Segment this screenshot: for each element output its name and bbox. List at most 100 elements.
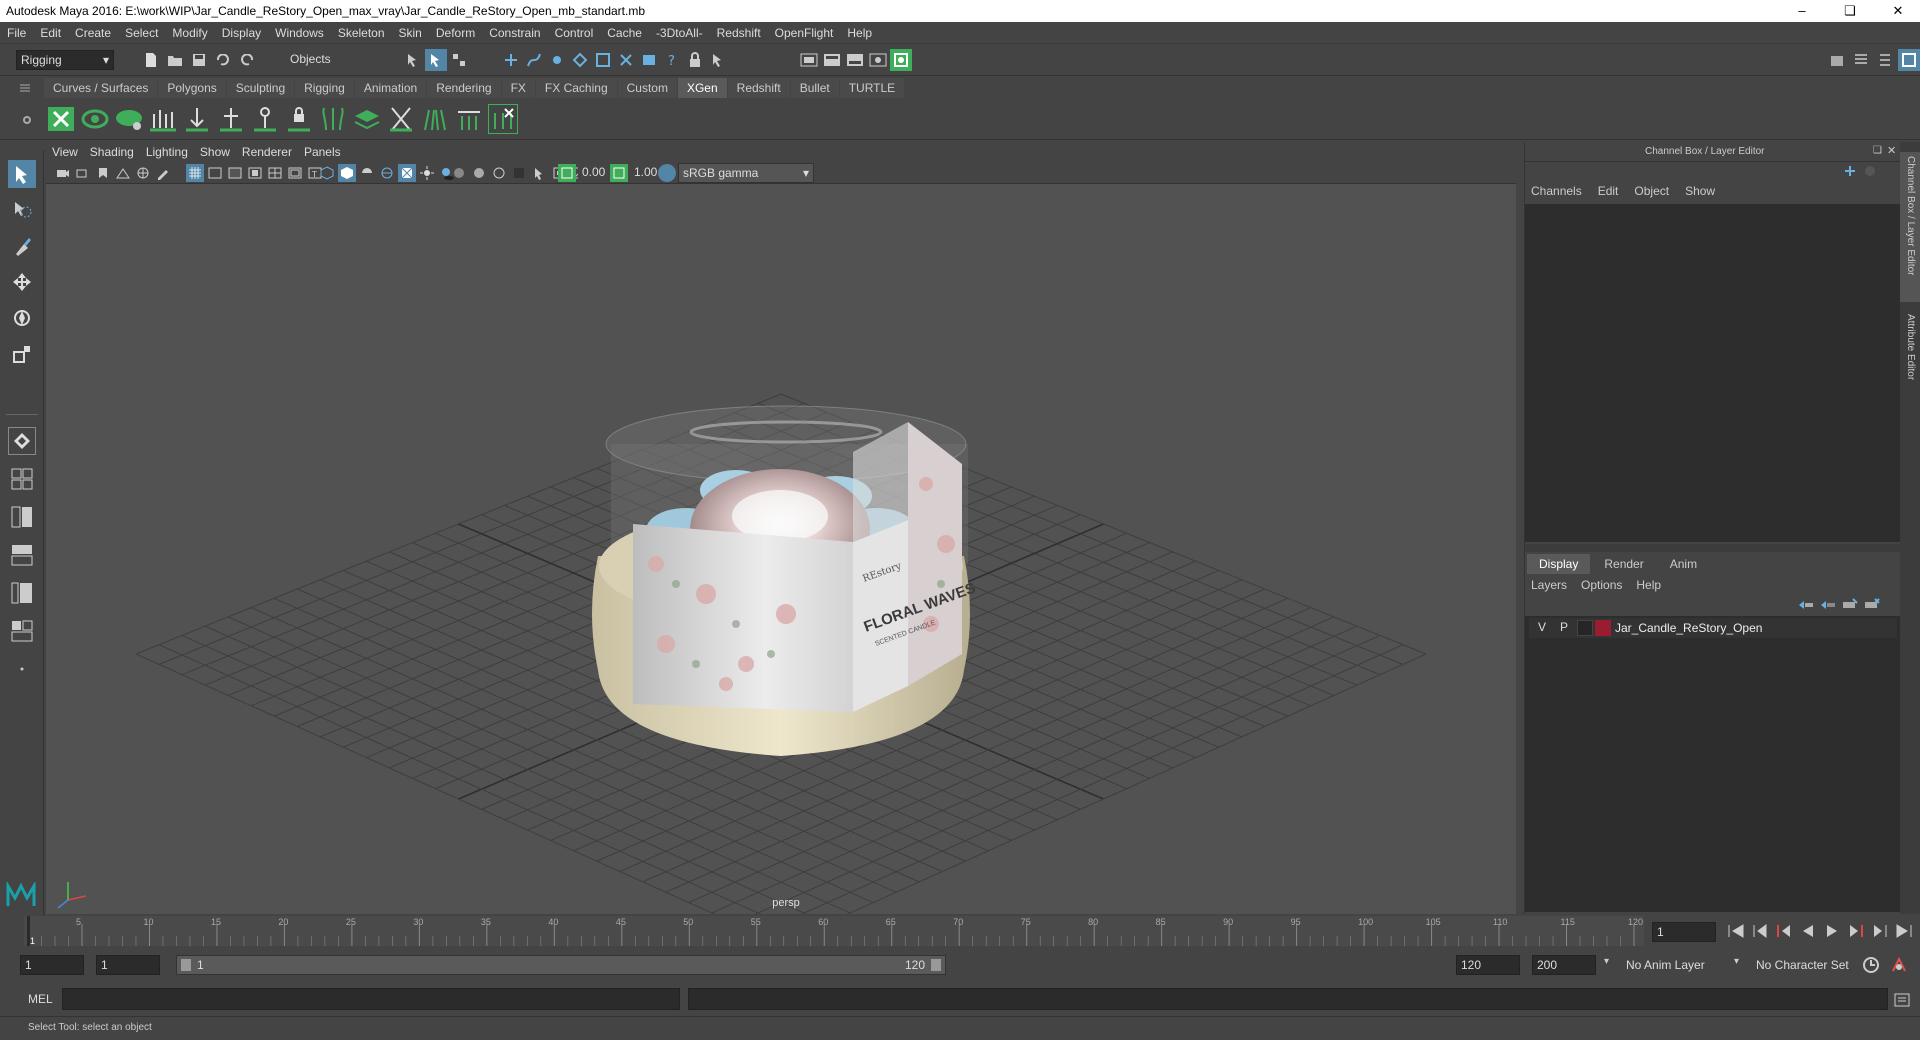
layer-menu-options[interactable]: Options: [1581, 578, 1622, 592]
snap-view-plane-icon[interactable]: [592, 49, 614, 71]
step-forward-frame-icon[interactable]: [1846, 922, 1866, 940]
manipulator-icon[interactable]: [1843, 164, 1857, 178]
film-gate-icon[interactable]: [206, 164, 224, 182]
playback-end-field[interactable]: 120: [1456, 955, 1520, 975]
range-start-handle[interactable]: [181, 959, 191, 971]
new-empty-layer-icon[interactable]: [1841, 598, 1859, 612]
bookmark-icon[interactable]: [94, 164, 112, 182]
grid-toggle-icon[interactable]: [186, 164, 204, 182]
tab-xgen[interactable]: XGen: [677, 78, 727, 98]
new-scene-icon[interactable]: [140, 49, 162, 71]
image-plane-icon[interactable]: [114, 164, 132, 182]
motion-blur-icon[interactable]: [470, 164, 488, 182]
layer-color-swatch[interactable]: [1595, 620, 1611, 636]
move-layer-up-icon[interactable]: [1797, 598, 1815, 612]
default-material-icon[interactable]: [358, 164, 376, 182]
chevron-down-icon[interactable]: ▾: [1604, 956, 1609, 967]
menu-file[interactable]: File: [0, 22, 33, 44]
scale-tool-icon[interactable]: [8, 340, 36, 368]
xgen-convert-groom-icon[interactable]: [488, 104, 518, 134]
current-time-marker[interactable]: [27, 916, 30, 946]
tab-attribute-editor[interactable]: Attribute Editor: [1900, 310, 1920, 406]
tab-channel-box[interactable]: Channel Box / Layer Editor: [1900, 152, 1920, 302]
step-back-frame-icon[interactable]: [1774, 922, 1794, 940]
layer-display-type[interactable]: [1577, 620, 1593, 636]
field-chart-icon[interactable]: [266, 164, 284, 182]
tab-rendering[interactable]: Rendering: [427, 78, 501, 98]
menu-control[interactable]: Control: [548, 22, 601, 44]
redo-icon[interactable]: [236, 49, 258, 71]
rotate-tool-icon[interactable]: [8, 304, 36, 332]
menu-create[interactable]: Create: [68, 22, 118, 44]
channel-box-icon[interactable]: [1898, 49, 1920, 71]
command-language-label[interactable]: MEL: [28, 992, 53, 1006]
viewport-menu-renderer[interactable]: Renderer: [236, 142, 298, 162]
channel-menu-show[interactable]: Show: [1685, 184, 1715, 198]
color-management-icon[interactable]: [658, 164, 676, 182]
snap-projected-icon[interactable]: [569, 49, 591, 71]
exposure-icon[interactable]: [558, 164, 576, 182]
snap-grid-icon[interactable]: [500, 49, 522, 71]
snap-live-icon[interactable]: [615, 49, 637, 71]
persp-outliner-layout-icon[interactable]: [8, 503, 36, 531]
selection-lock-icon[interactable]: [707, 49, 729, 71]
playback-start-field[interactable]: 1: [96, 955, 160, 975]
wireframe-on-shaded-icon[interactable]: [378, 164, 396, 182]
render-frame-icon[interactable]: [821, 49, 843, 71]
persp-graph-layout-icon[interactable]: [8, 541, 36, 569]
tool-settings-icon[interactable]: [1874, 49, 1896, 71]
render-view-icon[interactable]: [798, 49, 820, 71]
play-backwards-icon[interactable]: [1798, 922, 1818, 940]
minimize-icon[interactable]: –: [1780, 0, 1824, 22]
xgen-lock-guide-icon[interactable]: [284, 104, 314, 134]
single-perspective-layout-icon[interactable]: [8, 427, 36, 455]
layer-playback-toggle[interactable]: P: [1557, 620, 1571, 636]
menu-3dtoall[interactable]: -3DtoAll-: [649, 22, 710, 44]
menu-set-dropdown[interactable]: Rigging ▾: [16, 50, 114, 70]
play-forwards-icon[interactable]: [1822, 922, 1842, 940]
anti-aliasing-icon[interactable]: [490, 164, 508, 182]
open-scene-icon[interactable]: [164, 49, 186, 71]
restore-icon[interactable]: ❏: [1828, 0, 1872, 22]
hypershade-icon[interactable]: [890, 49, 912, 71]
menu-skeleton[interactable]: Skeleton: [331, 22, 392, 44]
select-tool-icon[interactable]: [8, 160, 36, 188]
hypershade-layout-icon[interactable]: [8, 579, 36, 607]
channel-menu-object[interactable]: Object: [1634, 184, 1669, 198]
xgen-place-guide-icon[interactable]: [182, 104, 212, 134]
menu-help[interactable]: Help: [840, 22, 879, 44]
script-editor-icon[interactable]: [1894, 992, 1910, 1008]
animation-preferences-icon[interactable]: [1890, 956, 1908, 974]
xgen-sculpt-guide-icon[interactable]: [216, 104, 246, 134]
paint-select-tool-icon[interactable]: [8, 232, 36, 260]
layer-row[interactable]: V P Jar_Candle_ReStory_Open: [1529, 618, 1897, 638]
xgen-preview-icon[interactable]: [80, 104, 110, 134]
tab-redshift[interactable]: Redshift: [727, 78, 790, 98]
menu-skin[interactable]: Skin: [392, 22, 429, 44]
lock-icon[interactable]: [684, 49, 706, 71]
tab-turtle[interactable]: TURTLE: [839, 78, 905, 98]
command-input[interactable]: [62, 988, 680, 1010]
tab-bullet[interactable]: Bullet: [790, 78, 839, 98]
menu-deform[interactable]: Deform: [429, 22, 482, 44]
chevron-down-icon[interactable]: ▾: [1734, 956, 1739, 967]
xgen-groom-brush-icon[interactable]: [420, 104, 450, 134]
current-frame-field[interactable]: 1: [1652, 922, 1716, 942]
xgen-layers-icon[interactable]: [352, 104, 382, 134]
step-back-key-icon[interactable]: [1750, 922, 1770, 940]
menu-display[interactable]: Display: [215, 22, 268, 44]
safe-action-icon[interactable]: [286, 164, 304, 182]
channel-list[interactable]: [1525, 204, 1901, 542]
layer-tab-display[interactable]: Display: [1527, 554, 1591, 574]
new-layer-from-selected-icon[interactable]: [1863, 598, 1881, 612]
ipr-render-icon[interactable]: [844, 49, 866, 71]
undo-icon[interactable]: [212, 49, 234, 71]
render-settings-icon[interactable]: [867, 49, 889, 71]
step-forward-key-icon[interactable]: [1870, 922, 1890, 940]
tab-curves-surfaces[interactable]: Curves / Surfaces: [44, 78, 158, 98]
viewport-menu-show[interactable]: Show: [194, 142, 236, 162]
select-component-icon[interactable]: [448, 49, 470, 71]
snap-point-icon[interactable]: [546, 49, 568, 71]
move-tool-icon[interactable]: [8, 268, 36, 296]
menu-modify[interactable]: Modify: [165, 22, 214, 44]
